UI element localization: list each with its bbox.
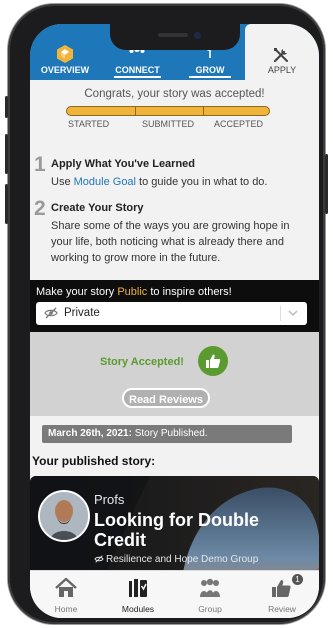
review-count-badge: 1 [292,574,303,585]
story-progress-bar [66,106,270,116]
nav-group[interactable]: Group [174,571,246,618]
person-avatar-icon [40,492,88,540]
story-group-name: Resilience and Hope Demo Group [106,554,259,565]
tab-overview-label: OVERVIEW [40,65,90,75]
nav-home[interactable]: Home [30,571,102,618]
power-button [325,154,328,214]
notch [110,24,240,50]
volume-up-button [5,134,8,174]
step-number: 1 [34,153,46,176]
visibility-panel: Make your story Public to inspire others… [30,280,319,332]
group-icon [200,578,220,597]
history-date: March 26th, 2021: [48,428,132,439]
step-title: Apply What You've Learned [51,158,196,170]
story-accepted-label: Story Accepted! [100,356,184,368]
speaker [158,33,188,37]
thumbs-up-badge [198,346,228,376]
phone-frame: OVERVIEW CONNECT GROW APPLY Congrats, yo… [5,4,328,624]
story-status-panel: Story Accepted! Read Reviews [30,332,319,416]
nav-group-label: Group [198,604,222,614]
nav-review-label: Review [268,604,296,614]
tab-apply-label: APPLY [267,65,297,75]
visibility-public-highlight: Public [117,286,148,298]
chevron-down-icon [288,310,298,317]
review-thumbs-up-icon [272,580,291,597]
story-author: Profs [94,492,125,507]
step-body-text: to guide you in what to do. [136,176,268,188]
read-reviews-button[interactable]: Read Reviews [122,388,210,408]
story-title: Looking for Double Credit [94,510,259,550]
progress-step-accepted: ACCEPTED [214,119,264,129]
bottom-navigation: Home Modules Group 1 Review [30,570,319,618]
visibility-prompt-text: to inspire others! [147,286,232,298]
tab-apply[interactable]: APPLY [245,24,319,80]
story-accepted-message: Congrats, your story was accepted! [84,88,265,100]
thumbs-up-icon [206,354,221,368]
progress-divider [203,107,204,115]
nav-modules[interactable]: Modules [102,571,174,618]
tab-grow-label: GROW [195,65,225,75]
step-body: Share some of the ways you are growing h… [51,220,290,264]
nav-home-label: Home [54,604,78,614]
story-group: Resilience and Hope Demo Group [94,554,258,565]
visibility-selected-value: Private [64,307,100,319]
tab-connect-label: CONNECT [115,65,160,75]
visibility-prompt: Make your story Public to inspire others… [36,286,232,298]
progress-step-started: STARTED [68,119,110,129]
mute-switch [5,96,8,118]
home-icon [55,577,77,597]
nav-modules-label: Modules [121,604,155,614]
story-history-entry: March 26th, 2021: Story Published. [42,425,292,443]
tab-overview[interactable]: OVERVIEW [30,24,100,80]
modules-icon [129,579,147,597]
module-goal-link[interactable]: Module Goal [74,176,136,188]
visibility-prompt-text: Make your story [36,286,118,298]
step-create-story: 2 Create Your Story Share some of the wa… [34,197,313,276]
tab-grow-underline [189,76,231,78]
step-body-text: Use [51,176,74,188]
apply-content: Congrats, your story was accepted! START… [30,80,319,571]
author-avatar [38,490,90,542]
history-event: Story Published. [131,428,208,439]
step-title: Create Your Story [51,202,144,214]
overview-hexagon-icon [57,45,73,63]
progress-divider [135,107,136,115]
camera [194,32,201,39]
nav-review[interactable]: 1 Review [246,571,318,618]
published-story-card[interactable]: Profs Looking for Double Credit Resilien… [30,476,319,571]
eye-slash-icon [94,555,104,563]
select-separator [280,306,281,321]
published-story-heading: Your published story: [32,454,156,468]
eye-slash-icon [44,307,58,319]
tab-connect-underline [114,76,161,78]
volume-down-button [5,184,8,224]
step-apply: 1 Apply What You've Learned Use Module G… [34,153,313,196]
step-number: 2 [34,197,46,220]
app-screen: OVERVIEW CONNECT GROW APPLY Congrats, yo… [30,24,319,618]
step-body: Use Module Goal to guide you in what to … [51,174,313,190]
visibility-select[interactable]: Private [36,302,307,325]
tools-icon [273,48,288,63]
progress-step-submitted: SUBMITTED [142,119,195,129]
